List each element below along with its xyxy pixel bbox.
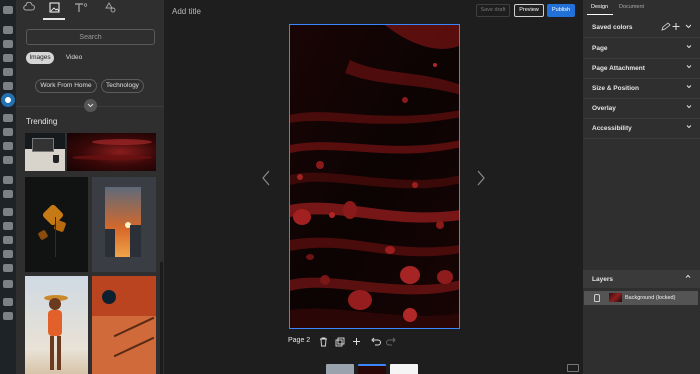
stories-icon[interactable] xyxy=(3,82,13,90)
tools-icon[interactable] xyxy=(3,222,13,230)
next-page-arrow-icon[interactable] xyxy=(477,170,485,191)
media-type-video[interactable]: Video xyxy=(63,52,85,64)
cloud-upload-icon[interactable] xyxy=(22,1,36,16)
category-chip-technology[interactable]: Technology xyxy=(101,79,144,93)
design-panel: Design Document Saved colors Page Page A… xyxy=(583,0,700,374)
section-page[interactable]: Page xyxy=(583,39,700,59)
publish-button[interactable]: Publish xyxy=(547,4,575,17)
previous-page-arrow-icon[interactable] xyxy=(262,170,270,191)
section-overlay[interactable]: Overlay xyxy=(583,99,700,119)
section-accessibility[interactable]: Accessibility xyxy=(583,119,700,139)
folders-icon[interactable] xyxy=(3,190,13,198)
tab-design[interactable]: Design xyxy=(591,4,608,10)
comments-icon[interactable] xyxy=(3,68,13,76)
plugins-icon[interactable] xyxy=(3,208,13,216)
media-thumbnail-sunset-building[interactable] xyxy=(92,177,156,272)
lock-icon xyxy=(594,294,600,302)
story-editor: Images Video Work From Home Technology T… xyxy=(0,0,700,374)
save-draft-button[interactable]: Save draft xyxy=(476,4,510,17)
wrench-icon[interactable] xyxy=(3,250,13,258)
layers-panel-header[interactable]: Layers xyxy=(583,270,700,288)
media-icon[interactable] xyxy=(3,40,13,48)
page-label: Page 2 xyxy=(288,337,311,344)
wordpress-icon[interactable] xyxy=(3,6,13,14)
story-title-input[interactable]: Add title xyxy=(172,7,201,16)
saved-colors-tools xyxy=(661,22,692,33)
layer-thumbnail xyxy=(609,293,622,302)
media-thumbnail-orange-architecture[interactable] xyxy=(92,276,156,374)
chevron-down-icon xyxy=(686,44,692,51)
play-icon[interactable] xyxy=(3,312,13,320)
page-thumbnail-1[interactable] xyxy=(326,364,354,374)
chevron-down-icon xyxy=(686,104,692,111)
chevron-down-icon xyxy=(685,24,692,29)
story-page-canvas[interactable] xyxy=(289,24,460,329)
edit-pencil-icon xyxy=(661,22,671,31)
forms-icon[interactable] xyxy=(3,114,13,122)
undo-icon[interactable] xyxy=(370,337,381,348)
section-label: Accessibility xyxy=(592,125,632,132)
media-thumbnail-laptop[interactable] xyxy=(25,133,65,171)
media-thumbnail-red-abstract[interactable] xyxy=(67,133,156,171)
keyboard-shortcuts-icon[interactable] xyxy=(567,364,579,372)
section-page-attachment[interactable]: Page Attachment xyxy=(583,59,700,79)
admin-menu-rail xyxy=(0,0,16,374)
category-chip-work-from-home[interactable]: Work From Home xyxy=(35,79,97,93)
media-thumbnail-woman-orange[interactable] xyxy=(25,276,88,374)
tab-document[interactable]: Document xyxy=(619,4,644,10)
library-scrollbar[interactable] xyxy=(160,262,163,374)
layer-background[interactable]: Background (locked) xyxy=(584,291,698,305)
preview-button[interactable]: Preview xyxy=(514,4,544,17)
page-thumbnail-2[interactable] xyxy=(358,364,386,374)
users-icon[interactable] xyxy=(3,236,13,244)
trending-heading: Trending xyxy=(26,117,58,126)
layers-title: Layers xyxy=(592,276,613,283)
chevron-up-icon xyxy=(685,274,691,281)
delete-page-icon[interactable] xyxy=(319,337,328,349)
layer-label: Background (locked) xyxy=(625,295,676,301)
appearance-icon[interactable] xyxy=(3,176,13,184)
media-thumbnail-autumn-leaves[interactable] xyxy=(25,177,88,272)
analytics-icon[interactable] xyxy=(3,142,13,150)
mail-icon[interactable] xyxy=(3,298,13,306)
text-icon[interactable] xyxy=(74,2,88,16)
add-page-icon[interactable] xyxy=(352,337,361,348)
web-stories-icon[interactable] xyxy=(1,93,15,107)
marketing-icon[interactable] xyxy=(3,156,13,164)
blocks-icon[interactable] xyxy=(3,128,13,136)
duplicate-page-icon[interactable] xyxy=(335,337,345,349)
settings-icon[interactable] xyxy=(3,264,13,272)
section-saved-colors[interactable]: Saved colors xyxy=(583,18,700,38)
page-thumbnail-3[interactable] xyxy=(390,364,418,374)
canvas-area: Add title Save draft Preview Publish Pag… xyxy=(164,0,583,374)
redo-icon[interactable] xyxy=(386,337,397,348)
chevron-down-icon xyxy=(686,84,692,91)
background-image xyxy=(290,25,459,328)
media-type-images[interactable]: Images xyxy=(26,52,54,64)
expand-categories-button[interactable] xyxy=(84,99,97,112)
layout-icon[interactable] xyxy=(3,280,13,288)
chevron-down-icon xyxy=(686,124,692,131)
section-size-position[interactable]: Size & Position xyxy=(583,79,700,99)
image-icon[interactable] xyxy=(43,2,65,20)
active-tab-indicator xyxy=(587,14,613,15)
shapes-icon[interactable] xyxy=(104,2,118,16)
library-tabs xyxy=(16,0,164,20)
add-color-icon xyxy=(672,23,680,30)
media-library-panel: Images Video Work From Home Technology T… xyxy=(16,0,164,374)
section-label: Size & Position xyxy=(592,85,639,92)
section-label: Page Attachment xyxy=(592,65,645,72)
search-input[interactable] xyxy=(26,29,155,45)
pages-icon[interactable] xyxy=(3,54,13,62)
section-label: Saved colors xyxy=(592,24,633,31)
pin-icon[interactable] xyxy=(3,26,13,34)
section-label: Overlay xyxy=(592,105,616,112)
section-label: Page xyxy=(592,45,608,52)
chevron-down-icon xyxy=(686,64,692,71)
